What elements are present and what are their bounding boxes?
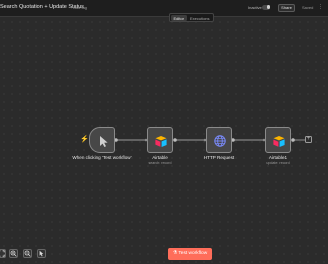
node-label: Airtable (152, 155, 168, 160)
node-subtitle: search: record (148, 161, 172, 165)
test-workflow-label: Test workflow (178, 251, 208, 256)
node-label: Airtable1 (268, 155, 288, 160)
toggle-knob (266, 5, 270, 9)
top-bar: Search Quotation + Update Status + Add t… (0, 0, 328, 17)
tab-executions[interactable]: Executions (187, 15, 213, 21)
zoom-out-button[interactable] (23, 249, 32, 258)
add-node-button[interactable]: + (305, 136, 312, 143)
node-http-request[interactable] (206, 127, 232, 153)
node-subtitle: update: record (266, 161, 290, 165)
saved-status: Saved (302, 5, 314, 10)
add-tag-link[interactable]: + Add tag (70, 5, 87, 10)
test-workflow-button[interactable]: ⚗ Test workflow (168, 248, 212, 260)
zoom-out-icon (24, 250, 31, 257)
node-airtable-search[interactable] (147, 127, 173, 153)
tab-editor[interactable]: Editor (170, 14, 187, 21)
reset-zoom-icon (39, 250, 44, 257)
node-manual-trigger[interactable] (89, 127, 115, 153)
share-button[interactable]: Share (278, 4, 295, 12)
zoom-in-button[interactable] (9, 249, 18, 258)
node-label: HTTP Request (203, 155, 235, 160)
globe-icon (214, 135, 226, 147)
fit-view-button[interactable] (0, 249, 6, 258)
view-tabs: Editor Executions (169, 13, 215, 22)
fit-view-icon (0, 250, 5, 257)
airtable-icon (155, 136, 167, 147)
active-status-label: Inactive (248, 5, 262, 10)
cursor-icon (100, 136, 108, 147)
more-vert-icon[interactable]: ⋮ (318, 4, 323, 11)
reset-zoom-button[interactable] (37, 249, 46, 258)
airtable-icon (273, 136, 285, 147)
trigger-bolt-icon: ⚡ (80, 136, 89, 143)
node-airtable-update[interactable] (265, 127, 291, 153)
active-toggle[interactable] (262, 4, 270, 10)
node-label: When clicking ‘Test workflow’ (72, 155, 132, 160)
zoom-in-icon (10, 250, 17, 257)
